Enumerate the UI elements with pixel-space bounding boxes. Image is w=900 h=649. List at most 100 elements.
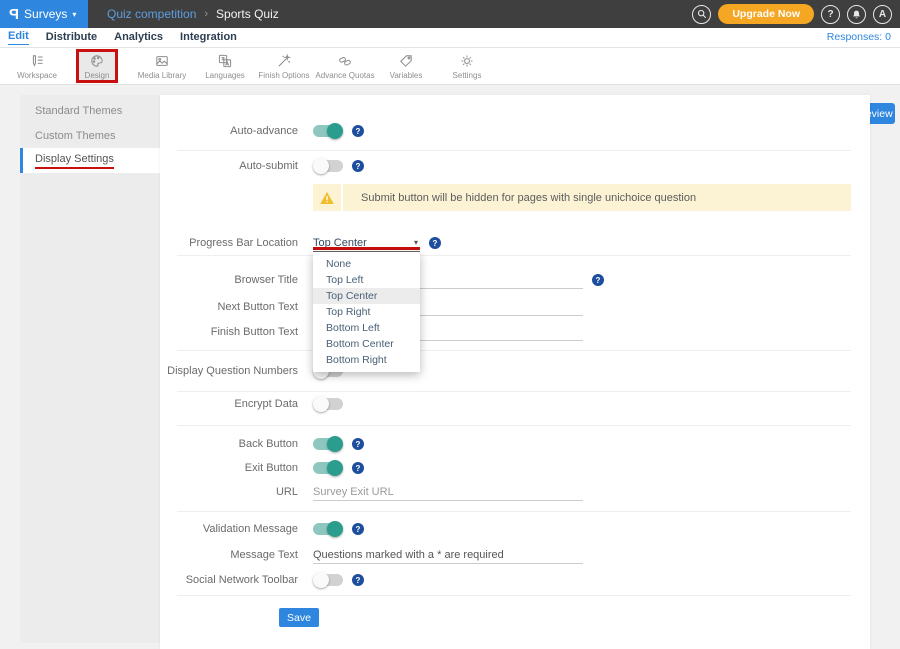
breadcrumb: Quiz competition › Sports Quiz — [107, 7, 279, 21]
toolbar-design[interactable]: Design — [76, 49, 118, 83]
upgrade-now-button[interactable]: Upgrade Now — [718, 4, 814, 24]
back-button-help-icon[interactable]: ? — [352, 438, 364, 450]
auto-advance-toggle[interactable] — [313, 125, 343, 137]
finish-button-text-label: Finish Button Text — [160, 326, 298, 338]
auto-submit-help-icon[interactable]: ? — [352, 160, 364, 172]
encrypt-data-toggle[interactable] — [313, 398, 343, 410]
toggle-knob — [327, 460, 343, 476]
dropdown-option-none[interactable]: None — [313, 256, 420, 272]
validation-message-toggle[interactable] — [313, 523, 343, 535]
divider — [177, 595, 851, 596]
auto-advance-label: Auto-advance — [160, 125, 298, 137]
encrypt-data-label: Encrypt Data — [160, 398, 298, 410]
browser-title-help-icon[interactable]: ? — [592, 274, 604, 286]
divider — [177, 425, 851, 426]
validation-message-label: Validation Message — [160, 523, 298, 535]
workspace-icon — [29, 53, 45, 69]
toggle-knob — [327, 436, 343, 452]
survey-section-tabs: Edit Distribute Analytics Integration Re… — [0, 28, 900, 48]
message-text-label: Message Text — [160, 549, 298, 561]
dropdown-option-bottom-right[interactable]: Bottom Right — [313, 352, 420, 368]
surveys-menu-label: Surveys — [24, 7, 67, 21]
toggle-knob — [313, 158, 329, 174]
toolbar-languages[interactable]: Languages — [195, 49, 255, 83]
edit-toolbar: Workspace Design Media Library Languages… — [0, 48, 900, 85]
progress-bar-location-label: Progress Bar Location — [160, 237, 298, 249]
progress-bar-location-select[interactable]: Top Center ▾ — [313, 235, 420, 252]
progress-bar-location-dropdown: None Top Left Top Center Top Right Botto… — [313, 252, 420, 372]
dropdown-option-top-center[interactable]: Top Center — [313, 288, 420, 304]
toggle-knob — [327, 123, 343, 139]
message-text-row: Message Text — [160, 543, 870, 567]
surveys-menu[interactable]: P Surveys ▾ — [0, 0, 88, 28]
progress-bar-help-icon[interactable]: ? — [429, 237, 441, 249]
account-avatar[interactable]: A — [873, 5, 892, 24]
dropdown-option-top-left[interactable]: Top Left — [313, 272, 420, 288]
toggle-knob — [313, 396, 329, 412]
exit-button-toggle[interactable] — [313, 462, 343, 474]
validation-message-row: Validation Message ? — [160, 517, 870, 541]
auto-advance-help-icon[interactable]: ? — [352, 125, 364, 137]
message-text-input[interactable] — [313, 546, 583, 564]
back-button-toggle[interactable] — [313, 438, 343, 450]
toggle-knob — [327, 521, 343, 537]
tag-icon — [398, 53, 414, 69]
bell-icon — [851, 9, 862, 20]
warning-icon-cell — [313, 184, 343, 211]
toolbar-workspace[interactable]: Workspace — [7, 49, 67, 83]
dropdown-option-top-right[interactable]: Top Right — [313, 304, 420, 320]
responses-count: Responses: 0 — [827, 31, 891, 43]
auto-submit-toggle[interactable] — [313, 160, 343, 172]
sidebar-item-custom-themes[interactable]: Custom Themes — [20, 123, 160, 148]
toolbar-settings[interactable]: Settings — [437, 49, 497, 83]
social-network-toolbar-help-icon[interactable]: ? — [352, 574, 364, 586]
tab-integration[interactable]: Integration — [180, 31, 237, 45]
tab-analytics[interactable]: Analytics — [114, 31, 163, 45]
sidebar-item-display-settings[interactable]: Display Settings — [20, 148, 160, 173]
top-navigation-bar: P Surveys ▾ Quiz competition › Sports Qu… — [0, 0, 900, 28]
toolbar-advance-quotas[interactable]: Advance Quotas — [315, 49, 375, 83]
auto-submit-label: Auto-submit — [160, 160, 298, 172]
sidebar-item-standard-themes[interactable]: Standard Themes — [20, 98, 160, 123]
help-button[interactable]: ? — [821, 5, 840, 24]
design-palette-icon — [89, 53, 105, 69]
search-button[interactable] — [692, 5, 711, 24]
image-icon — [154, 53, 170, 69]
magic-wand-icon — [276, 53, 292, 69]
toolbar-variables[interactable]: Variables — [376, 49, 436, 83]
exit-url-input[interactable] — [313, 483, 583, 501]
chevron-down-icon: ▾ — [72, 10, 76, 19]
notifications-button[interactable] — [847, 5, 866, 24]
red-annotation-underline — [313, 247, 420, 250]
display-settings-panel: Auto-advance ? Auto-submit ? Submit butt… — [160, 95, 870, 649]
auto-advance-row: Auto-advance ? — [160, 119, 870, 143]
next-button-text-row: Next Button Text — [160, 295, 870, 319]
divider — [177, 350, 851, 351]
search-icon — [697, 9, 707, 19]
validation-message-help-icon[interactable]: ? — [352, 523, 364, 535]
social-network-toolbar-label: Social Network Toolbar — [160, 574, 298, 586]
display-question-numbers-row: Display Question Numbers — [160, 359, 870, 383]
finish-button-text-row: Finish Button Text — [160, 320, 870, 344]
tab-distribute[interactable]: Distribute — [46, 31, 97, 45]
warning-triangle-icon — [319, 190, 335, 206]
warning-text: Submit button will be hidden for pages w… — [343, 192, 696, 204]
breadcrumb-folder-link[interactable]: Quiz competition — [107, 7, 196, 21]
encrypt-data-row: Encrypt Data — [160, 392, 870, 416]
tab-edit[interactable]: Edit — [8, 30, 29, 45]
design-sidebar: Standard Themes Custom Themes Display Se… — [20, 95, 160, 643]
exit-button-row: Exit Button ? — [160, 456, 870, 480]
breadcrumb-separator-icon: › — [204, 8, 208, 20]
gear-icon — [459, 53, 475, 69]
toolbar-media-library[interactable]: Media Library — [132, 49, 192, 83]
dropdown-option-bottom-center[interactable]: Bottom Center — [313, 336, 420, 352]
breadcrumb-current-survey: Sports Quiz — [216, 7, 279, 21]
exit-button-help-icon[interactable]: ? — [352, 462, 364, 474]
social-network-toolbar-toggle[interactable] — [313, 574, 343, 586]
toolbar-finish-options[interactable]: Finish Options — [254, 49, 314, 83]
exit-url-label: URL — [160, 486, 298, 498]
divider — [177, 150, 851, 151]
chain-link-icon — [337, 53, 353, 69]
save-button[interactable]: Save — [279, 608, 319, 627]
dropdown-option-bottom-left[interactable]: Bottom Left — [313, 320, 420, 336]
